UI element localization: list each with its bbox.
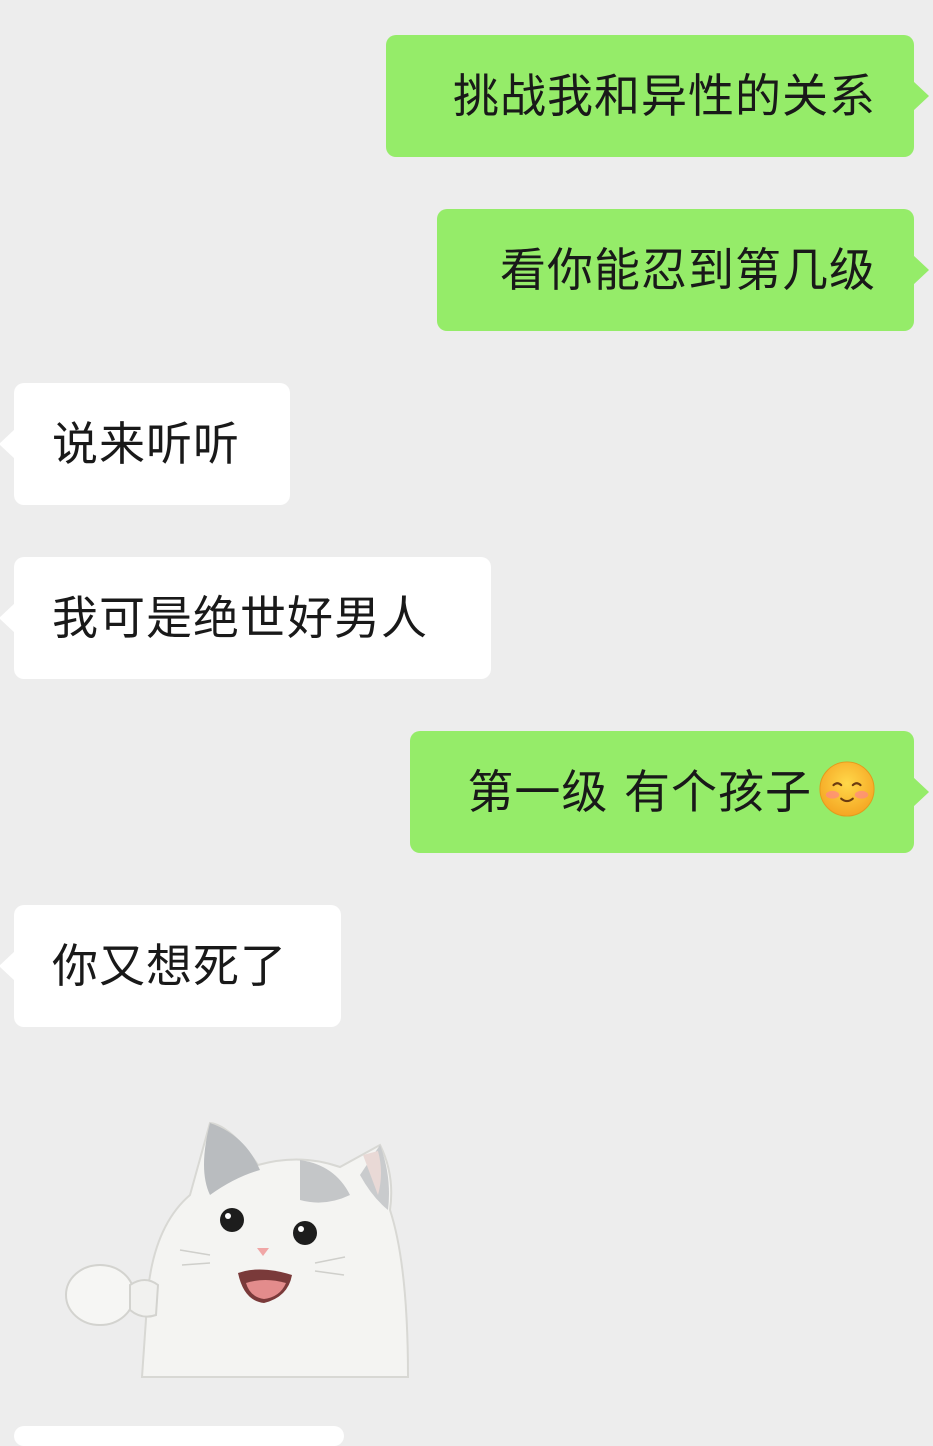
message-text: 挑战我和异性的关系 (453, 69, 876, 123)
message-text: 我可是绝世好男人 (52, 591, 428, 645)
message-text: 看你能忍到第几级 (500, 243, 876, 297)
message-bubble-received[interactable]: 你又想死了 (0, 905, 341, 1027)
shy-smile-emoji-icon (819, 761, 875, 817)
message-bubble-received-partial[interactable] (14, 1426, 344, 1446)
message-text: 你又想死了 (52, 939, 287, 993)
message-text: 说来听听 (52, 417, 240, 471)
message-bubble-sent[interactable]: 挑战我和异性的关系 (386, 35, 929, 157)
message-bubble-sent[interactable]: 看你能忍到第几级 (437, 209, 929, 331)
message-bubble-received[interactable]: 说来听听 (0, 383, 290, 505)
message-text: 第一级 有个孩子 (467, 765, 812, 819)
cat-sticker[interactable] (60, 1115, 412, 1380)
message-bubble-sent[interactable]: 第一级 有个孩子 (410, 731, 929, 853)
message-bubble-received[interactable]: 我可是绝世好男人 (0, 557, 491, 679)
